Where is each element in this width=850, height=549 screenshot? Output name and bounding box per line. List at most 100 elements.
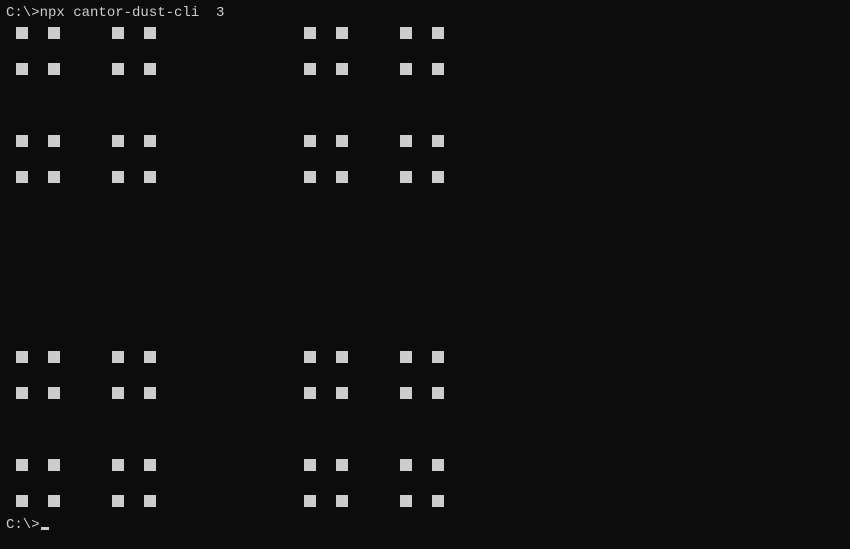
fractal-cell-off xyxy=(302,186,318,204)
fractal-cell-off xyxy=(270,204,286,222)
fractal-cell-off xyxy=(206,150,222,168)
fractal-cell-off xyxy=(62,330,78,348)
fractal-cell-off xyxy=(190,132,206,150)
fractal-cell-off xyxy=(286,384,302,402)
prompt-line[interactable]: C:\> xyxy=(6,516,844,534)
fractal-cell-off xyxy=(174,24,190,42)
fractal-cell-off xyxy=(238,204,254,222)
fractal-cell-off xyxy=(430,150,446,168)
fractal-cell-off xyxy=(30,312,46,330)
fractal-cell-off xyxy=(382,330,398,348)
fractal-cell-off xyxy=(30,150,46,168)
fractal-cell-off xyxy=(382,294,398,312)
fractal-cell-off xyxy=(254,330,270,348)
fractal-cell-off xyxy=(126,492,142,510)
fractal-cell-on xyxy=(302,348,318,366)
fractal-cell-off xyxy=(254,222,270,240)
fractal-cell-off xyxy=(398,474,414,492)
fractal-cell-off xyxy=(142,42,158,60)
fractal-cell-off xyxy=(302,294,318,312)
fractal-cell-off xyxy=(222,78,238,96)
fractal-cell-off xyxy=(334,294,350,312)
fractal-cell-on xyxy=(334,456,350,474)
fractal-cell-off xyxy=(222,276,238,294)
fractal-cell-off xyxy=(238,276,254,294)
fractal-cell-off xyxy=(270,150,286,168)
command-line[interactable]: C:\>npx cantor-dust-cli 3 xyxy=(6,4,844,22)
fractal-cell-off xyxy=(206,366,222,384)
fractal-cell-off xyxy=(398,258,414,276)
fractal-cell-off xyxy=(206,24,222,42)
fractal-cell-off xyxy=(62,24,78,42)
fractal-cell-off xyxy=(302,42,318,60)
fractal-cell-off xyxy=(30,96,46,114)
fractal-cell-off xyxy=(190,24,206,42)
fractal-cell-off xyxy=(158,24,174,42)
fractal-cell-on xyxy=(142,132,158,150)
fractal-cell-off xyxy=(78,150,94,168)
fractal-cell-off xyxy=(62,96,78,114)
fractal-cell-off xyxy=(46,78,62,96)
fractal-cell-off xyxy=(302,402,318,420)
fractal-cell-off xyxy=(222,168,238,186)
fractal-cell-off xyxy=(430,474,446,492)
fractal-cell-off xyxy=(174,294,190,312)
fractal-cell-off xyxy=(174,222,190,240)
fractal-cell-on xyxy=(334,24,350,42)
fractal-cell-off xyxy=(382,240,398,258)
fractal-cell-off xyxy=(318,474,334,492)
fractal-cell-off xyxy=(302,258,318,276)
fractal-cell-off xyxy=(158,222,174,240)
fractal-cell-off xyxy=(46,96,62,114)
fractal-cell-off xyxy=(14,474,30,492)
fractal-cell-off xyxy=(254,348,270,366)
fractal-cell-off xyxy=(382,24,398,42)
fractal-cell-off xyxy=(190,312,206,330)
fractal-cell-off xyxy=(286,222,302,240)
fractal-cell-off xyxy=(94,402,110,420)
fractal-cell-off xyxy=(30,24,46,42)
fractal-cell-off xyxy=(366,222,382,240)
fractal-cell-off xyxy=(222,24,238,42)
fractal-cell-off xyxy=(254,438,270,456)
fractal-cell-off xyxy=(254,42,270,60)
fractal-cell-off xyxy=(270,132,286,150)
fractal-cell-off xyxy=(334,240,350,258)
fractal-cell-off xyxy=(158,330,174,348)
fractal-cell-off xyxy=(30,114,46,132)
fractal-cell-off xyxy=(62,168,78,186)
fractal-cell-off xyxy=(238,312,254,330)
fractal-cell-off xyxy=(414,240,430,258)
fractal-cell-off xyxy=(62,42,78,60)
fractal-cell-off xyxy=(286,420,302,438)
fractal-cell-off xyxy=(206,348,222,366)
fractal-cell-off xyxy=(62,60,78,78)
fractal-row xyxy=(14,42,844,60)
fractal-cell-off xyxy=(414,456,430,474)
fractal-cell-off xyxy=(14,204,30,222)
fractal-cell-off xyxy=(110,366,126,384)
fractal-cell-off xyxy=(14,330,30,348)
fractal-cell-off xyxy=(318,294,334,312)
fractal-cell-off xyxy=(94,240,110,258)
fractal-cell-off xyxy=(238,186,254,204)
fractal-cell-on xyxy=(142,60,158,78)
fractal-cell-off xyxy=(334,330,350,348)
fractal-cell-off xyxy=(126,96,142,114)
fractal-cell-off xyxy=(14,312,30,330)
fractal-cell-off xyxy=(78,474,94,492)
fractal-cell-off xyxy=(270,330,286,348)
fractal-cell-off xyxy=(94,78,110,96)
fractal-cell-on xyxy=(110,60,126,78)
fractal-cell-off xyxy=(94,384,110,402)
fractal-cell-off xyxy=(350,492,366,510)
fractal-cell-on xyxy=(142,24,158,42)
fractal-cell-off xyxy=(254,384,270,402)
fractal-cell-off xyxy=(78,240,94,258)
fractal-cell-off xyxy=(302,474,318,492)
fractal-cell-off xyxy=(254,258,270,276)
fractal-cell-off xyxy=(142,294,158,312)
fractal-cell-off xyxy=(270,222,286,240)
fractal-cell-off xyxy=(254,492,270,510)
fractal-cell-off xyxy=(318,258,334,276)
